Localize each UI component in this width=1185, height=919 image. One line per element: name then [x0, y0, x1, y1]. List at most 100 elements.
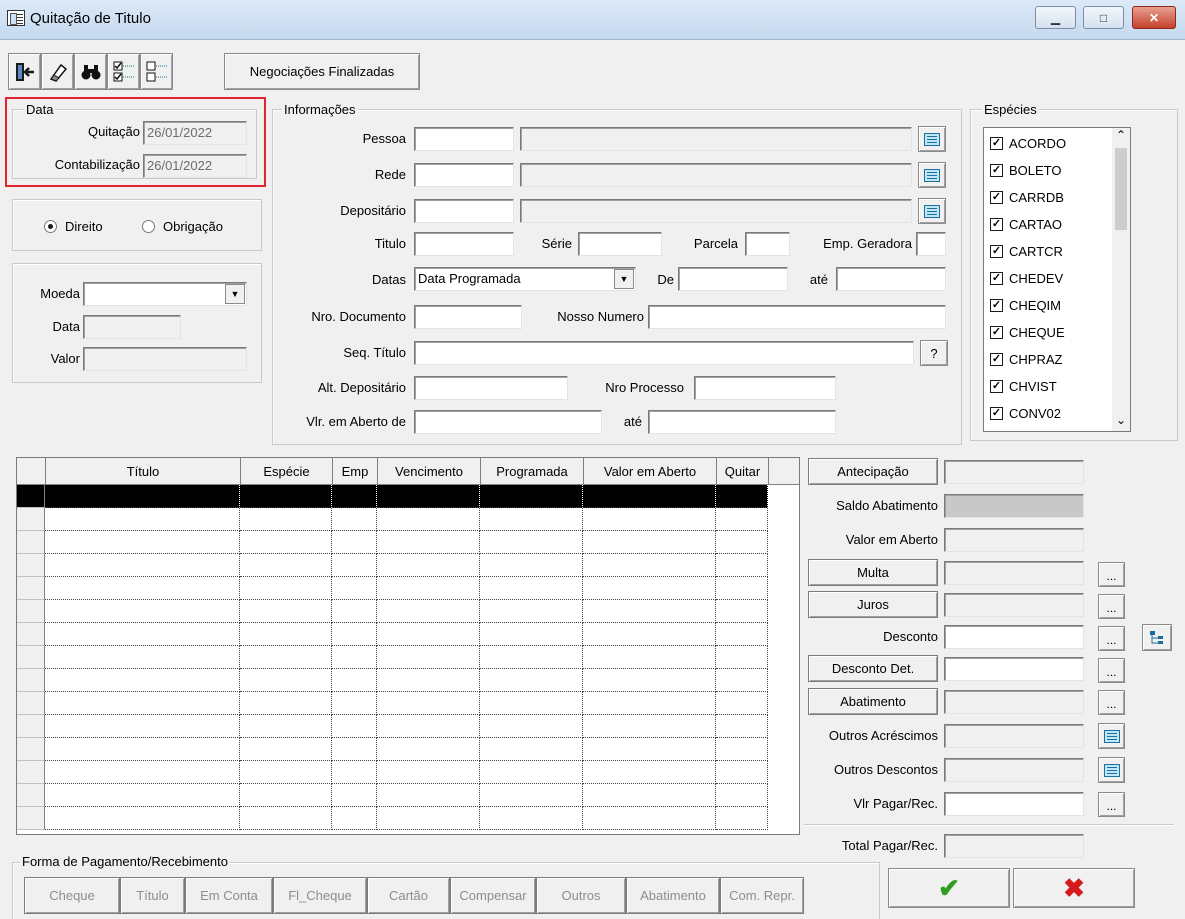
moeda-valor-field[interactable] [83, 347, 247, 371]
grid-cell[interactable] [480, 600, 583, 623]
grid-cell[interactable] [716, 807, 768, 830]
grid-cell[interactable] [716, 738, 768, 761]
grid-cell[interactable] [377, 485, 480, 508]
grid-row-indicator[interactable] [17, 623, 45, 646]
desconto-det-button[interactable]: Desconto Det. [808, 655, 938, 682]
checkbox-checked-icon[interactable]: ✓ [990, 164, 1003, 177]
grid-cell[interactable] [583, 715, 716, 738]
grid-cell[interactable] [716, 508, 768, 531]
grid-cell[interactable] [45, 715, 240, 738]
vlr-aberto-de-field[interactable] [414, 410, 602, 434]
grid-cell[interactable] [240, 577, 332, 600]
grid-cell[interactable] [332, 508, 377, 531]
negociacoes-finalizadas-button[interactable]: Negociações Finalizadas [224, 53, 420, 90]
forma-pagamento-button[interactable]: Cartão [367, 877, 450, 914]
grid-cell[interactable] [480, 485, 583, 508]
checkbox-checked-icon[interactable]: ✓ [990, 191, 1003, 204]
forma-pagamento-button[interactable]: Abatimento [626, 877, 720, 914]
grid-row-indicator[interactable] [17, 715, 45, 738]
vlr-pagar-more-button[interactable]: ... [1098, 792, 1125, 817]
especie-item[interactable]: ✓ CHPRAZ [990, 348, 1062, 371]
grid-cell[interactable] [45, 807, 240, 830]
grid-cell[interactable] [583, 531, 716, 554]
cancel-button[interactable]: ✖ [1013, 868, 1135, 908]
abatimento-button[interactable]: Abatimento [808, 688, 938, 715]
titulo-field[interactable] [414, 232, 514, 256]
outros-descontos-lookup-button[interactable] [1098, 757, 1125, 783]
grid-cell[interactable] [480, 807, 583, 830]
grid-cell[interactable] [332, 784, 377, 807]
grid-cell[interactable] [45, 600, 240, 623]
grid-row-indicator[interactable] [17, 807, 45, 830]
grid-row-indicator[interactable] [17, 784, 45, 807]
grid-row[interactable] [17, 715, 799, 738]
checkbox-checked-icon[interactable]: ✓ [990, 380, 1003, 393]
grid-cell[interactable] [716, 761, 768, 784]
grid-row[interactable] [17, 600, 799, 623]
grid-row-indicator[interactable] [17, 646, 45, 669]
grid-row[interactable] [17, 761, 799, 784]
grid-cell[interactable] [332, 715, 377, 738]
grid-cell[interactable] [240, 531, 332, 554]
multa-more-button[interactable]: ... [1098, 562, 1125, 587]
titulos-grid[interactable]: Título Espécie Emp Vencimento Programada Valo… [16, 457, 800, 835]
grid-cell[interactable] [332, 807, 377, 830]
rede-name-field[interactable] [520, 163, 912, 187]
obrigacao-radio-indicator[interactable] [142, 220, 155, 233]
grid-cell[interactable] [377, 761, 480, 784]
grid-cell[interactable] [240, 554, 332, 577]
especie-item[interactable]: ✓ CARTAO [990, 213, 1062, 236]
grid-cell[interactable] [332, 600, 377, 623]
especie-item[interactable]: ✓ CONV02 [990, 402, 1061, 425]
clear-button[interactable] [41, 53, 74, 90]
grid-cell[interactable] [332, 531, 377, 554]
grid-cell[interactable] [332, 577, 377, 600]
tree-view-button[interactable] [1142, 624, 1172, 651]
grid-cell[interactable] [45, 692, 240, 715]
grid-cell[interactable] [377, 715, 480, 738]
abatimento-field[interactable] [944, 690, 1084, 714]
grid-cell[interactable] [240, 738, 332, 761]
especie-item[interactable]: ✓ ACORDO [990, 132, 1066, 155]
grid-cell[interactable] [716, 692, 768, 715]
grid-cell[interactable] [716, 485, 768, 508]
multa-button[interactable]: Multa [808, 559, 938, 586]
grid-row-selected[interactable] [17, 485, 799, 508]
grid-cell[interactable] [45, 508, 240, 531]
grid-column-header[interactable]: Valor em Aberto [584, 458, 717, 484]
desconto-field[interactable] [944, 625, 1084, 649]
uncheck-all-button[interactable] [140, 53, 173, 90]
grid-cell[interactable] [45, 784, 240, 807]
grid-cell[interactable] [332, 554, 377, 577]
grid-cell[interactable] [332, 738, 377, 761]
grid-cell[interactable] [45, 577, 240, 600]
forma-pagamento-button[interactable]: Título [120, 877, 185, 914]
especies-list[interactable]: ⌃ ⌄ ✓ ACORDO ✓ BOLETO ✓ CARRDB ✓ CARTAO ✓ CARTCR ✓… [983, 127, 1131, 432]
grid-body[interactable] [17, 485, 799, 830]
nro-processo-field[interactable] [694, 376, 836, 400]
confirm-button[interactable]: ✔ [888, 868, 1010, 908]
grid-cell[interactable] [240, 715, 332, 738]
grid-cell[interactable] [377, 669, 480, 692]
especie-item[interactable]: ✓ CARTCR [990, 240, 1063, 263]
scrollbar-thumb[interactable] [1115, 148, 1127, 230]
grid-cell[interactable] [377, 692, 480, 715]
forma-pagamento-button[interactable]: Com. Repr. [720, 877, 804, 914]
grid-cell[interactable] [377, 508, 480, 531]
depositario-code-field[interactable] [414, 199, 514, 223]
grid-cell[interactable] [240, 646, 332, 669]
grid-cell[interactable] [377, 600, 480, 623]
grid-cell[interactable] [583, 761, 716, 784]
pessoa-name-field[interactable] [520, 127, 912, 151]
grid-cell[interactable] [583, 508, 716, 531]
grid-cell[interactable] [240, 669, 332, 692]
datas-select[interactable]: Data Programada ▼ [414, 267, 636, 291]
check-all-button[interactable] [107, 53, 140, 90]
outros-acrescimos-lookup-button[interactable] [1098, 723, 1125, 749]
grid-row[interactable] [17, 784, 799, 807]
grid-cell[interactable] [716, 623, 768, 646]
outros-descontos-field[interactable] [944, 758, 1084, 782]
data-de-field[interactable] [678, 267, 788, 291]
moeda-data-field[interactable] [83, 315, 181, 339]
grid-cell[interactable] [332, 692, 377, 715]
